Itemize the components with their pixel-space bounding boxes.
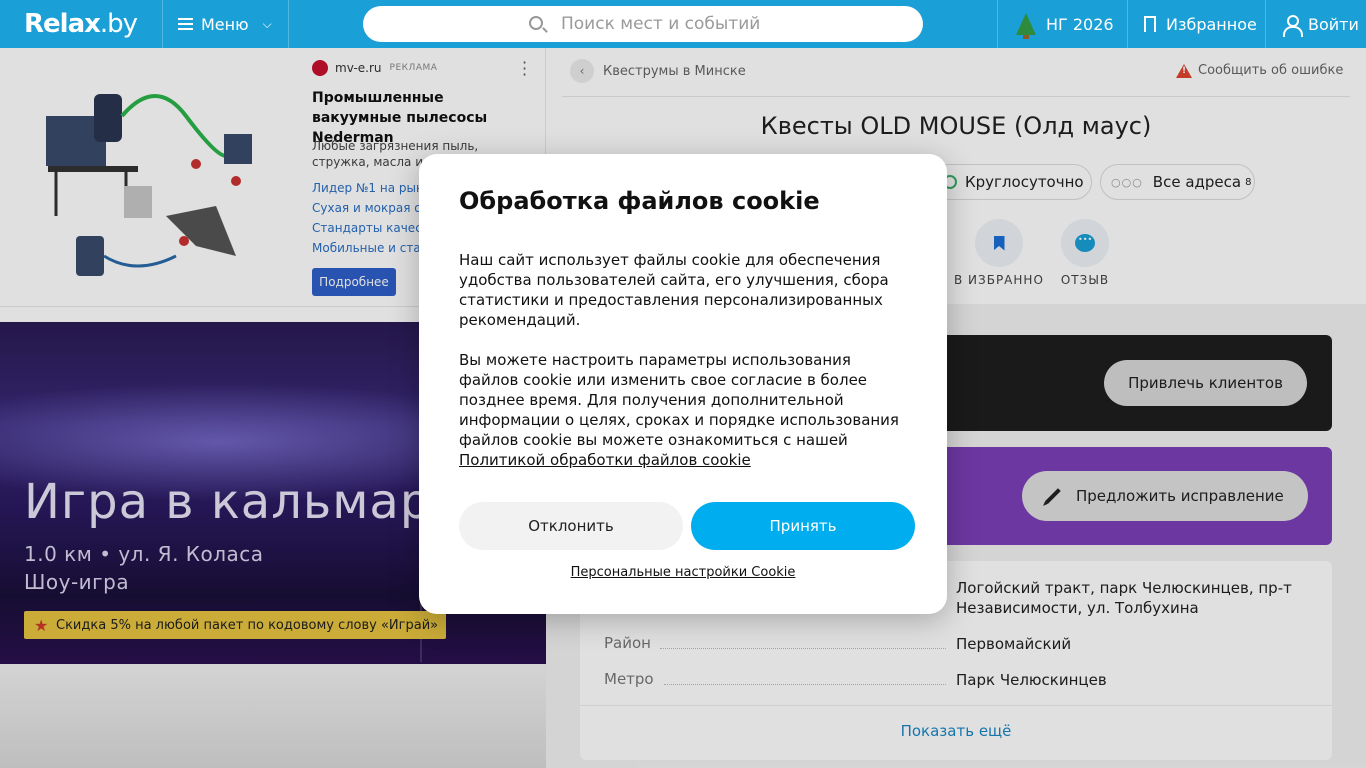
chevron-down-icon: ⌵ <box>262 16 272 31</box>
divider <box>1127 0 1128 48</box>
user-icon <box>1282 15 1303 37</box>
search-input[interactable] <box>561 14 901 34</box>
accept-button[interactable]: Принять <box>691 502 915 550</box>
new-year-link[interactable]: НГ 2026 <box>1016 0 1114 48</box>
site-logo[interactable]: Relax.by <box>24 9 138 39</box>
divider <box>288 0 289 48</box>
divider <box>997 0 998 48</box>
search-icon <box>529 16 543 30</box>
cookie-title: Обработка файлов cookie <box>459 187 820 215</box>
favorites-label: Избранное <box>1166 14 1257 34</box>
bookmark-icon <box>1144 16 1156 32</box>
top-bar: Relax.by Меню ⌵ НГ 2026 Избранное Войти <box>0 0 1366 48</box>
menu-label: Меню <box>201 14 249 34</box>
cookie-policy-link[interactable]: Политикой обработки файлов cookie <box>459 451 751 469</box>
search-bar[interactable] <box>363 6 923 42</box>
menu-button[interactable]: Меню ⌵ <box>178 0 272 48</box>
cookie-paragraph-2-text: Вы можете настроить параметры использова… <box>459 351 899 449</box>
login-label: Войти <box>1308 14 1359 34</box>
login-link[interactable]: Войти <box>1282 0 1359 48</box>
favorites-link[interactable]: Избранное <box>1144 0 1257 48</box>
divider <box>162 0 163 48</box>
personal-cookie-settings-link[interactable]: Персональные настройки Cookie <box>459 565 907 580</box>
hamburger-icon <box>178 18 193 30</box>
decline-button[interactable]: Отклонить <box>459 502 683 550</box>
christmas-tree-icon <box>1016 13 1036 39</box>
new-year-label: НГ 2026 <box>1046 14 1114 34</box>
cookie-paragraph-1: Наш сайт использует файлы cookie для обе… <box>459 251 889 329</box>
cookie-dialog: Обработка файлов cookie Наш сайт использ… <box>419 154 947 614</box>
cookie-paragraph-2: Вы можете настроить параметры использова… <box>459 350 911 470</box>
divider <box>1265 0 1266 48</box>
